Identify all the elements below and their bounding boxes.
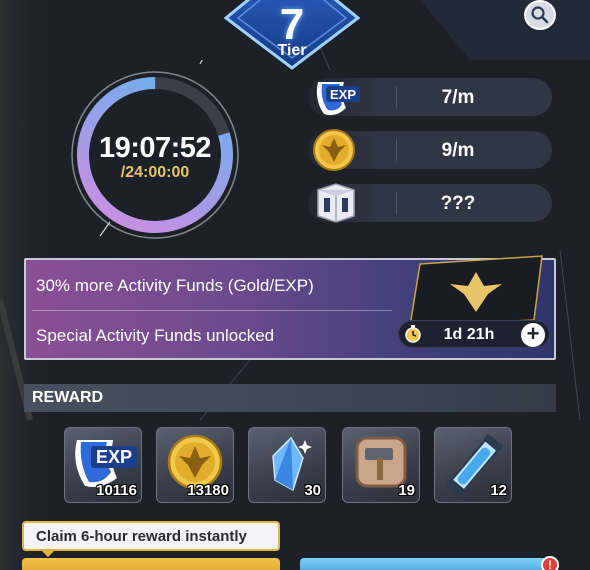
funds-duration: 1d 21h: [443, 326, 495, 343]
reward-count-exp: 10116: [96, 482, 137, 499]
timer-total: /24:00:00: [120, 164, 190, 181]
reward-count-gold: 13180: [187, 482, 229, 499]
activity-funds-banner[interactable]: 30% more Activity Funds (Gold/EXP) Speci…: [24, 255, 556, 360]
search-icon: [531, 6, 549, 24]
funds-unlock-text: Special Activity Funds unlocked: [36, 326, 275, 345]
reward-count-hammer: 19: [398, 482, 415, 499]
exp-icon-text: EXP: [330, 87, 356, 102]
funds-duration-pill: 1d 21h +: [398, 320, 550, 348]
search-button[interactable]: [524, 0, 556, 30]
rate-row-gold: 9/m: [308, 129, 552, 171]
funds-card-icon: [409, 255, 543, 327]
reward-header: REWARD: [24, 384, 556, 412]
funds-bonus-text: 30% more Activity Funds (Gold/EXP): [36, 276, 314, 295]
exp-icon-text: EXP: [96, 447, 132, 467]
reward-item-exp[interactable]: EXP 10116: [64, 427, 142, 503]
claim-button[interactable]: [22, 558, 280, 570]
reward-item-hammer[interactable]: 19: [342, 427, 420, 503]
claim-tooltip-text: Claim 6-hour reward instantly: [36, 528, 247, 545]
tier-label: Tier: [277, 42, 307, 59]
gold-coin-icon: [313, 129, 355, 171]
reward-title: REWARD: [32, 389, 104, 406]
exp-icon: EXP: [316, 82, 360, 116]
rate-row-exp: EXP 7/m: [308, 78, 552, 116]
idle-timer: 19:07:52 /24:00:00: [60, 60, 250, 250]
rate-value-mystery: ???: [440, 193, 476, 214]
reward-item-crystal[interactable]: 30: [248, 427, 326, 503]
tooltip-arrow: [40, 549, 56, 557]
mystery-box-icon: [317, 183, 355, 223]
alert-badge: !: [541, 556, 559, 570]
reward-item-tube[interactable]: 12: [434, 427, 512, 503]
secondary-button[interactable]: [300, 558, 556, 570]
rate-value-exp: 7/m: [441, 87, 475, 108]
reward-count-tube: 12: [490, 482, 507, 499]
rate-value-gold: 9/m: [441, 140, 475, 161]
timer-elapsed: 19:07:52: [98, 132, 212, 164]
clock-icon: [405, 325, 421, 343]
extend-funds-button[interactable]: +: [521, 323, 545, 347]
reward-item-gold[interactable]: 13180: [156, 427, 234, 503]
reward-count-crystal: 30: [304, 482, 321, 499]
claim-tooltip: Claim 6-hour reward instantly: [22, 521, 280, 551]
funds-divider: [32, 310, 392, 311]
rate-row-mystery: ???: [308, 183, 552, 223]
